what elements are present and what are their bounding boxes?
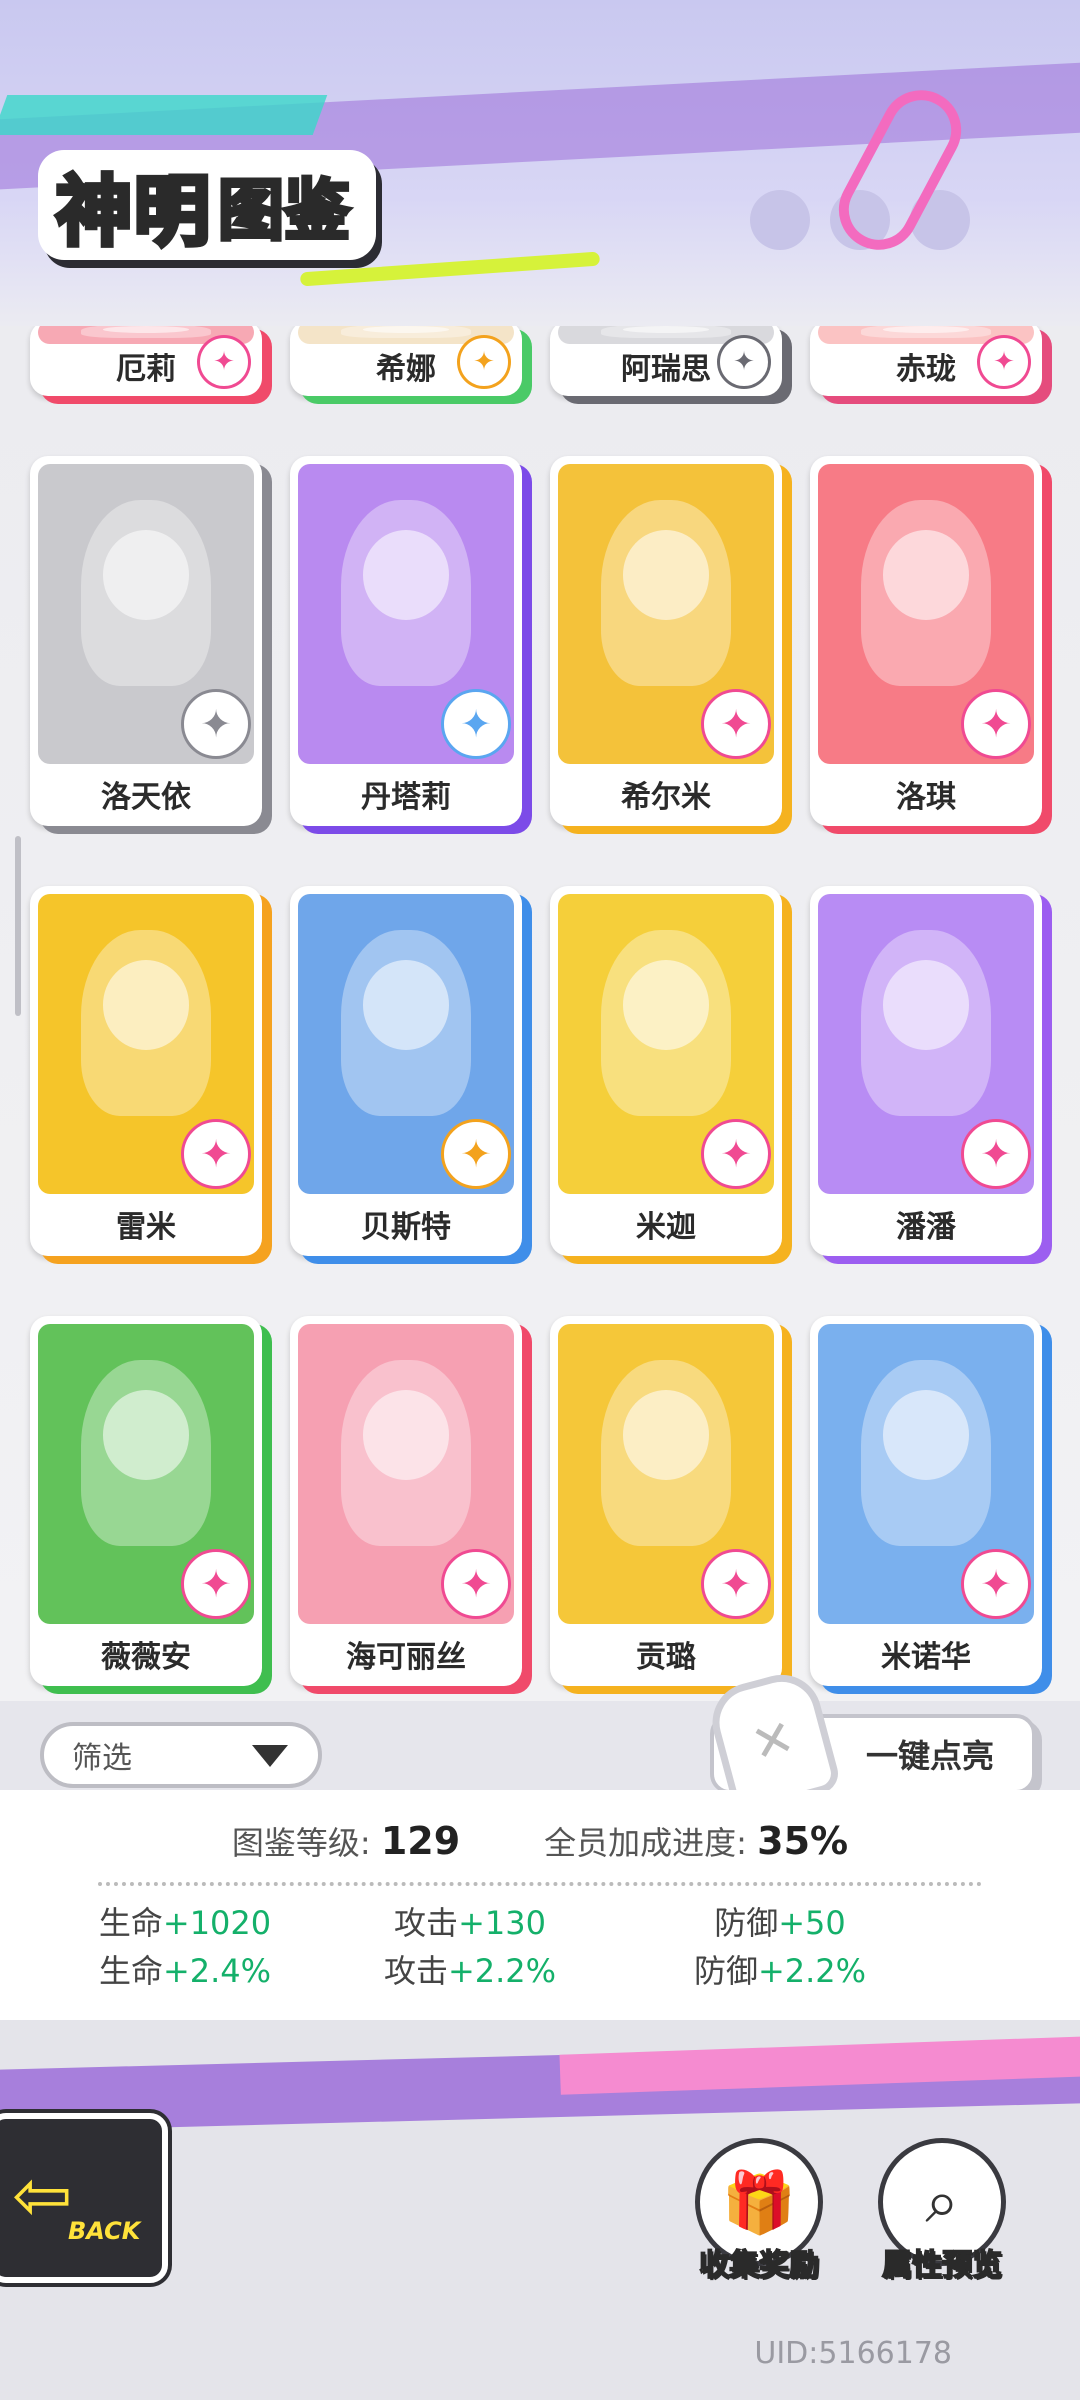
character-name: 赤珑 xyxy=(896,352,956,387)
back-button[interactable]: ⇦ BACK xyxy=(0,2113,168,2283)
character-name: 洛琪 xyxy=(896,780,956,815)
stat-value: +2.2% xyxy=(757,1952,867,1990)
character-card[interactable]: ✦ 丹塔莉 xyxy=(290,456,522,826)
stats-panel: 图鉴等级: 129 全员加成进度: 35% 生命+1020 攻击+130 防御+… xyxy=(0,1790,1080,2020)
character-name: 海可丽丝 xyxy=(346,1640,466,1675)
character-name: 丹塔莉 xyxy=(361,780,451,815)
character-card[interactable]: ✦ 米诺华 xyxy=(810,1316,1042,1686)
collection-level-value: 129 xyxy=(380,1819,461,1863)
character-card[interactable]: ✦ 潘潘 xyxy=(810,886,1042,1256)
magnifier-icon: ⌕ xyxy=(925,2167,959,2237)
character-name: 雷米 xyxy=(116,1210,176,1245)
divider xyxy=(98,1882,982,1886)
bonus-progress-value: 35% xyxy=(757,1819,849,1863)
character-card[interactable]: ✦ 贡璐 xyxy=(550,1316,782,1686)
stat-label: 生命 xyxy=(98,1904,163,1942)
gift-icon: 🎁 xyxy=(721,2167,797,2238)
stat-row: 生命+1020 攻击+130 防御+50 xyxy=(0,1898,1080,1946)
character-card[interactable]: ✦ 希尔米 xyxy=(550,456,782,826)
character-card[interactable]: ✦ 希娜 xyxy=(290,326,522,396)
element-badge-icon: ✦ xyxy=(184,1122,248,1186)
stat-atk-pct: 攻击+2.2% xyxy=(320,1946,620,1994)
element-badge-icon: ✦ xyxy=(444,1122,508,1186)
filter-dropdown[interactable]: 筛选 xyxy=(40,1722,322,1788)
character-card[interactable]: ✦ 赤珑 xyxy=(810,326,1042,396)
stat-grid: 生命+1020 攻击+130 防御+50 生命+2.4% 攻击+2.2% 防御+… xyxy=(0,1898,1080,1994)
character-card[interactable]: ✦ 贝斯特 xyxy=(290,886,522,1256)
chevron-down-icon xyxy=(252,1745,288,1767)
collection-level-label: 图鉴等级: xyxy=(231,1824,371,1862)
stat-hp-flat: 生命+1020 xyxy=(0,1898,320,1946)
element-badge-icon: ✦ xyxy=(444,1552,508,1616)
light-all-button[interactable]: ✕ 一键点亮 xyxy=(703,1665,1036,1817)
character-card[interactable]: ✦ 洛琪 xyxy=(810,456,1042,826)
stat-value: +50 xyxy=(778,1904,846,1942)
character-name: 希尔米 xyxy=(621,780,711,815)
character-name: 希娜 xyxy=(376,352,436,387)
character-name: 贝斯特 xyxy=(361,1210,451,1245)
character-card[interactable]: ✦ 雷米 xyxy=(30,886,262,1256)
stat-label: 攻击 xyxy=(394,1904,459,1942)
stat-value: +2.4% xyxy=(162,1952,272,1990)
character-name: 厄莉 xyxy=(116,352,176,387)
element-badge-icon: ✦ xyxy=(444,692,508,756)
character-card[interactable]: ✦ 阿瑞思 xyxy=(550,326,782,396)
element-badge-icon: ✦ xyxy=(184,692,248,756)
stat-atk-flat: 攻击+130 xyxy=(320,1898,620,1946)
element-badge-icon: ✦ xyxy=(964,1122,1028,1186)
character-name: 阿瑞思 xyxy=(621,352,711,387)
character-name: 薇薇安 xyxy=(101,1640,191,1675)
stat-value: +2.2% xyxy=(447,1952,557,1990)
stat-def-pct: 防御+2.2% xyxy=(620,1946,940,1994)
page-title: 神明 图鉴 xyxy=(38,150,376,260)
stat-value: +1020 xyxy=(162,1904,272,1942)
stat-hp-pct: 生命+2.4% xyxy=(0,1946,320,1994)
character-name: 潘潘 xyxy=(896,1210,956,1245)
stat-label: 防御 xyxy=(693,1952,758,1990)
element-badge-icon: ✦ xyxy=(964,692,1028,756)
character-card[interactable]: ✦ 海可丽丝 xyxy=(290,1316,522,1686)
character-card[interactable]: ✦ 洛天依 xyxy=(30,456,262,826)
element-badge-icon: ✦ xyxy=(704,692,768,756)
attribute-preview-label: 属性预览 xyxy=(881,2247,1003,2284)
stat-value: +130 xyxy=(458,1904,546,1942)
light-all-label: 一键点亮 xyxy=(865,1737,994,1775)
collection-level: 图鉴等级: 129 xyxy=(232,1818,460,1864)
element-badge-icon: ✦ xyxy=(184,1552,248,1616)
filter-label: 筛选 xyxy=(72,1741,132,1776)
stat-label: 生命 xyxy=(98,1952,163,1990)
stats-summary: 图鉴等级: 129 全员加成进度: 35% xyxy=(0,1818,1080,1864)
stat-row: 生命+2.4% 攻击+2.2% 防御+2.2% xyxy=(0,1946,1080,1994)
character-card[interactable]: ✦ 厄莉 xyxy=(30,326,262,396)
bonus-progress: 全员加成进度: 35% xyxy=(544,1818,848,1864)
element-badge-icon: ✦ xyxy=(704,1552,768,1616)
character-name: 米诺华 xyxy=(881,1640,971,1675)
stat-label: 攻击 xyxy=(383,1952,448,1990)
element-badge-icon: ✦ xyxy=(704,1122,768,1186)
decor-stripe xyxy=(0,95,328,135)
title-main: 神明 xyxy=(54,165,213,259)
card-grid-area[interactable]: ✦ 厄莉 ✦ 希娜 ✦ 阿瑞思 ✦ 赤珑 ✦ 洛天依 ✦ 丹塔莉 ✦ 希尔米 ✦ 洛琪 ✦ 雷米 ✦ 贝斯特 ✦ 米迦 ✦ 潘… xyxy=(0,326,1080,1701)
bonus-progress-label: 全员加成进度: xyxy=(544,1824,747,1862)
character-name: 贡璐 xyxy=(636,1640,696,1675)
character-card[interactable]: ✦ 薇薇安 xyxy=(30,1316,262,1686)
character-name: 洛天依 xyxy=(101,780,191,815)
back-label: BACK xyxy=(68,2217,141,2245)
arrow-left-icon: ⇦ xyxy=(12,2153,73,2237)
card-grid: ✦ 厄莉 ✦ 希娜 ✦ 阿瑞思 ✦ 赤珑 ✦ 洛天依 ✦ 丹塔莉 ✦ 希尔米 ✦ 洛琪 ✦ 雷米 ✦ 贝斯特 ✦ 米迦 ✦ 潘… xyxy=(30,326,1050,1686)
element-badge-icon: ✦ xyxy=(964,1552,1028,1616)
user-id: UID:5166178 xyxy=(754,2336,952,2371)
stat-label: 防御 xyxy=(714,1904,779,1942)
character-card[interactable]: ✦ 米迦 xyxy=(550,886,782,1256)
scrollbar[interactable] xyxy=(15,836,21,1016)
stat-def-flat: 防御+50 xyxy=(620,1898,940,1946)
character-name: 米迦 xyxy=(636,1210,696,1245)
collect-reward-label: 收集奖励 xyxy=(698,2247,820,2284)
title-sub: 图鉴 xyxy=(216,170,352,251)
